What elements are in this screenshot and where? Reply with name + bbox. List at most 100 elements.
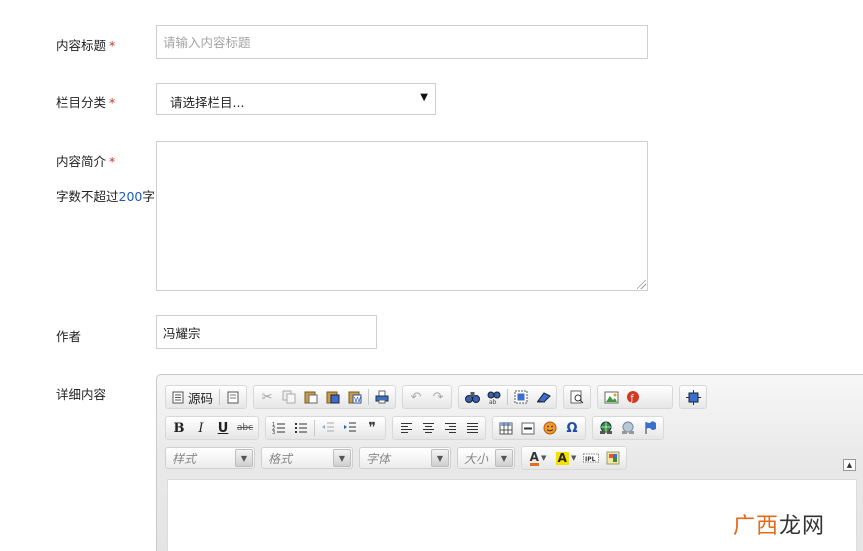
author-field[interactable] bbox=[156, 315, 377, 349]
numbered-list-button[interactable]: 123 bbox=[268, 417, 290, 439]
author-input[interactable] bbox=[157, 316, 376, 348]
align-left-button[interactable] bbox=[395, 417, 417, 439]
paste-word-button[interactable]: W bbox=[344, 386, 366, 408]
svg-text:W: W bbox=[354, 396, 361, 404]
description-input[interactable] bbox=[157, 142, 647, 290]
paste-text-icon bbox=[326, 391, 340, 404]
undo-icon: ↶ bbox=[410, 389, 422, 405]
templates-button[interactable] bbox=[222, 386, 244, 408]
undo-button[interactable]: ↶ bbox=[405, 386, 427, 408]
source-icon bbox=[172, 391, 184, 403]
blockquote-button[interactable]: ❞ bbox=[361, 417, 383, 439]
remove-format-button[interactable] bbox=[532, 386, 554, 408]
copy-icon bbox=[282, 390, 296, 404]
paste-text-button[interactable] bbox=[322, 386, 344, 408]
size-combo[interactable]: 大小 ▼ bbox=[457, 447, 515, 469]
justify-icon bbox=[466, 423, 478, 433]
title-field[interactable] bbox=[156, 25, 648, 59]
chevron-down-icon: ▼ bbox=[235, 449, 253, 467]
align-center-button[interactable] bbox=[417, 417, 439, 439]
smiley-icon bbox=[543, 421, 557, 435]
paste-icon bbox=[304, 391, 318, 404]
svg-text:IPL: IPL bbox=[585, 456, 596, 463]
paste-button[interactable] bbox=[300, 386, 322, 408]
link-icon bbox=[600, 421, 612, 434]
redo-button[interactable]: ↷ bbox=[427, 386, 449, 408]
outdent-button[interactable] bbox=[317, 417, 339, 439]
author-label: 作者 bbox=[56, 329, 82, 344]
select-all-button[interactable] bbox=[510, 386, 532, 408]
text-color-button[interactable]: A ▼ bbox=[524, 447, 552, 469]
copy-button[interactable] bbox=[278, 386, 300, 408]
description-hint: 字数不超过200字 bbox=[56, 189, 155, 204]
chevron-down-icon: ▼ bbox=[495, 449, 513, 467]
source-button[interactable]: 源码 bbox=[168, 386, 217, 408]
bullet-list-button[interactable] bbox=[290, 417, 312, 439]
toolbar-group-align bbox=[392, 416, 486, 440]
collapse-toolbar-button[interactable]: ▲ bbox=[843, 459, 856, 471]
justify-button[interactable] bbox=[461, 417, 483, 439]
smiley-button[interactable] bbox=[539, 417, 561, 439]
special-char-button[interactable]: Ω bbox=[561, 417, 583, 439]
resize-grip-icon[interactable] bbox=[637, 280, 646, 289]
underline-icon: U bbox=[217, 420, 229, 436]
strike-button[interactable]: abc bbox=[234, 417, 256, 439]
category-selected-value: 请选择栏目... bbox=[170, 95, 245, 110]
anchor-button[interactable] bbox=[639, 417, 661, 439]
find-button[interactable] bbox=[461, 386, 483, 408]
chevron-down-icon: ▼ bbox=[540, 454, 547, 462]
indent-button[interactable] bbox=[339, 417, 361, 439]
format-combo[interactable]: 格式 ▼ bbox=[261, 447, 353, 469]
print-icon bbox=[375, 390, 389, 404]
toolbar-group-preview bbox=[563, 385, 592, 409]
description-label: 内容简介 * bbox=[56, 154, 116, 169]
toolbar-group-media: ƒ bbox=[597, 385, 674, 409]
bg-color-button[interactable]: A ▼ bbox=[552, 447, 580, 469]
table-button[interactable] bbox=[495, 417, 517, 439]
quote-icon: ❞ bbox=[368, 420, 376, 436]
toolbar-row-3: 样式 ▼ 格式 ▼ 字体 ▼ 大小 ▼ A ▼ A ▼ IPL bbox=[165, 445, 633, 471]
category-select[interactable]: 请选择栏目... ▼ bbox=[156, 83, 436, 115]
image-button[interactable] bbox=[600, 386, 622, 408]
horizontal-rule-icon bbox=[521, 422, 535, 434]
flash-button[interactable]: ƒ bbox=[622, 386, 644, 408]
chevron-down-icon: ▼ bbox=[570, 454, 577, 462]
about-button[interactable] bbox=[602, 447, 624, 469]
print-button[interactable] bbox=[371, 386, 393, 408]
align-center-icon bbox=[422, 423, 434, 433]
align-right-button[interactable] bbox=[439, 417, 461, 439]
flag-icon bbox=[645, 421, 656, 434]
title-input[interactable] bbox=[157, 26, 647, 58]
required-mark: * bbox=[109, 38, 116, 53]
numbered-list-icon: 123 bbox=[272, 422, 285, 435]
cut-button[interactable]: ✂ bbox=[256, 386, 278, 408]
toolbar-group-lists: 123 ❞ bbox=[265, 416, 386, 440]
unlink-button[interactable] bbox=[617, 417, 639, 439]
horizontal-rule-button[interactable] bbox=[517, 417, 539, 439]
chevron-down-icon: ▼ bbox=[431, 449, 449, 467]
bold-icon: B bbox=[173, 420, 185, 436]
link-button[interactable] bbox=[595, 417, 617, 439]
bold-button[interactable]: B bbox=[168, 417, 190, 439]
table-icon bbox=[499, 422, 513, 434]
maximize-button[interactable] bbox=[682, 386, 704, 408]
align-right-icon bbox=[444, 423, 456, 433]
preview-button[interactable] bbox=[566, 386, 588, 408]
flash-icon: ƒ bbox=[627, 391, 640, 404]
show-blocks-icon: IPL bbox=[583, 453, 599, 463]
dropdown-arrow-icon: ▼ bbox=[420, 92, 428, 103]
show-blocks-button[interactable]: IPL bbox=[580, 447, 602, 469]
underline-button[interactable]: U bbox=[212, 417, 234, 439]
binoculars-icon bbox=[464, 392, 480, 403]
description-textarea[interactable] bbox=[156, 141, 648, 291]
italic-button[interactable]: I bbox=[190, 417, 212, 439]
scissors-icon: ✂ bbox=[261, 389, 273, 405]
toolbar-group-colors: A ▼ A ▼ IPL bbox=[521, 446, 627, 470]
palette-icon bbox=[606, 451, 620, 465]
style-combo[interactable]: 样式 ▼ bbox=[165, 447, 255, 469]
font-combo[interactable]: 字体 ▼ bbox=[359, 447, 451, 469]
replace-button[interactable]: ab bbox=[483, 386, 505, 408]
preview-icon bbox=[570, 390, 584, 404]
toolbar-group-source: 源码 bbox=[165, 385, 248, 409]
svg-text:3: 3 bbox=[272, 430, 275, 435]
